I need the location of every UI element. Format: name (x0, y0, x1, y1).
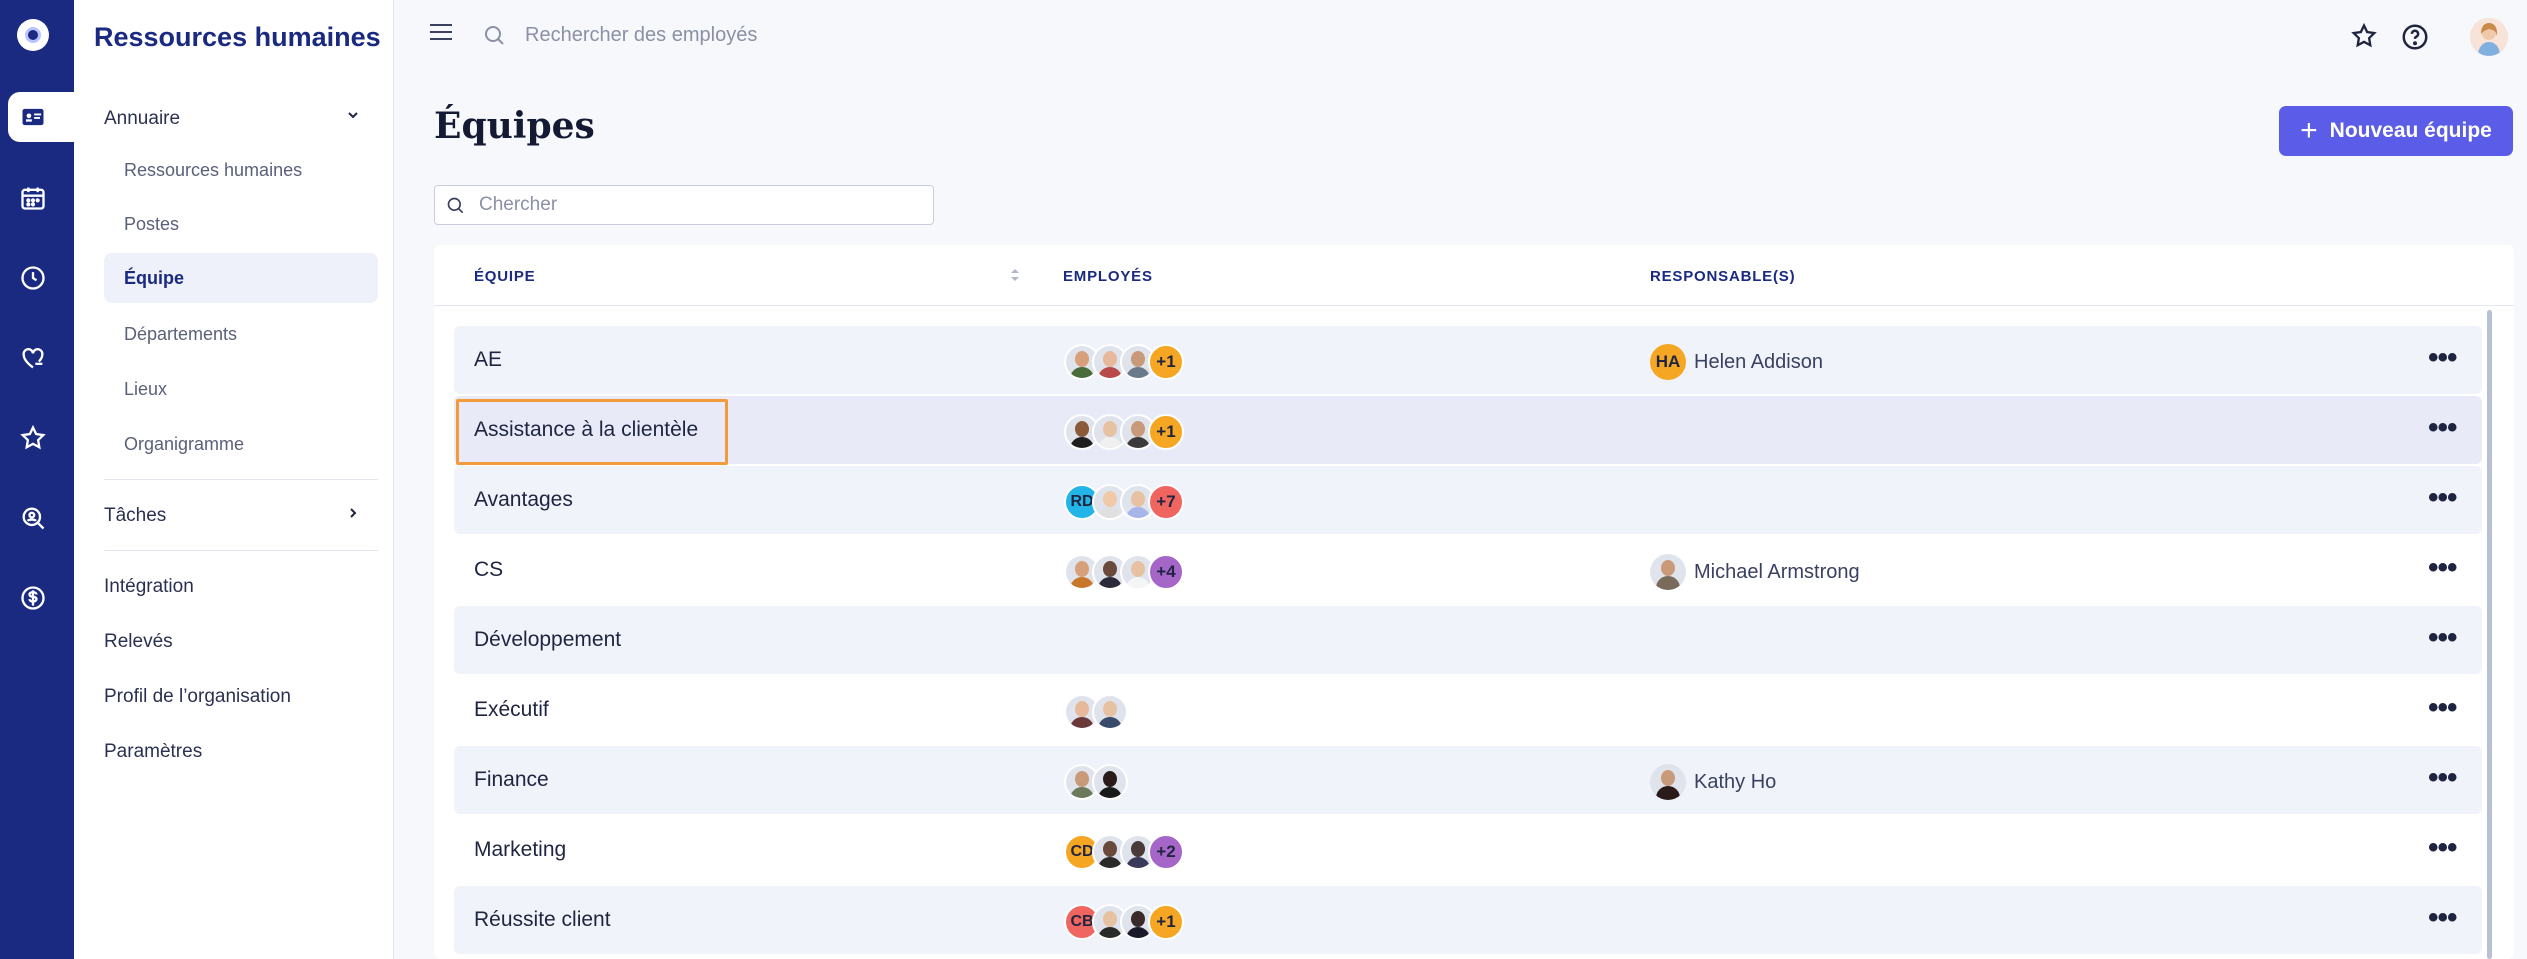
employee-avatars[interactable]: +1 (1064, 414, 1184, 450)
more-employees-badge[interactable]: +7 (1148, 484, 1184, 520)
star-icon[interactable] (17, 422, 49, 454)
team-name[interactable]: Exécutif (474, 676, 549, 744)
sidebar-item-locations[interactable]: Lieux (124, 379, 167, 400)
more-employees-badge[interactable]: +2 (1148, 834, 1184, 870)
sidebar-item-org-profile[interactable]: Profil de l’organisation (104, 686, 291, 708)
manager-name: Helen Addison (1694, 350, 1823, 373)
column-header-team[interactable]: ÉQUIPE (474, 268, 535, 285)
manager[interactable]: Kathy Ho (1650, 764, 1776, 800)
team-filter[interactable] (434, 185, 934, 225)
sidebar-group-directory[interactable]: Annuaire (104, 108, 180, 130)
team-name[interactable]: Marketing (474, 816, 566, 884)
more-actions-icon[interactable]: ••• (2428, 833, 2457, 863)
team-name[interactable]: AE (474, 326, 502, 394)
search-icon (483, 24, 507, 53)
new-team-button[interactable]: + Nouveau équipe (2279, 106, 2513, 156)
clock-icon[interactable] (17, 262, 49, 294)
team-name[interactable]: Réussite client (474, 886, 611, 954)
more-actions-icon[interactable]: ••• (2428, 413, 2457, 443)
manager-name: Kathy Ho (1694, 770, 1777, 793)
help-icon[interactable] (2400, 22, 2430, 57)
employee-avatars[interactable]: +4 (1064, 554, 1184, 590)
more-actions-icon[interactable]: ••• (2428, 483, 2457, 513)
plus-icon: + (2300, 114, 2318, 147)
app-logo-icon[interactable] (17, 19, 49, 51)
sidebar-item-statements[interactable]: Relevés (104, 631, 173, 653)
sidebar-item-settings[interactable]: Paramètres (104, 741, 202, 763)
sidebar-divider (104, 479, 378, 480)
employee-avatars[interactable]: +1 (1064, 344, 1184, 380)
employee-avatars[interactable]: RD +7 (1064, 484, 1184, 520)
sidebar-item-orgchart[interactable]: Organigramme (124, 434, 244, 455)
avatar (1092, 694, 1128, 730)
team-filter-input[interactable] (479, 186, 919, 224)
sidebar-item-onboarding[interactable]: Intégration (104, 576, 194, 598)
more-employees-badge[interactable]: +1 (1148, 414, 1184, 450)
table-row[interactable]: AE +1 HA Helen Addison ••• (454, 326, 2482, 394)
table-row[interactable]: Assistance à la clientèle +1 ••• (454, 396, 2482, 464)
manager-avatar: HA (1650, 344, 1686, 380)
manager[interactable]: Michael Armstrong (1650, 554, 1860, 590)
column-header-managers: RESPONSABLE(S) (1650, 268, 1796, 285)
employee-avatars[interactable] (1064, 764, 1128, 800)
sidebar-title: Ressources humaines (94, 22, 381, 52)
employee-avatars[interactable]: CD +2 (1064, 834, 1184, 870)
table-row[interactable]: Développement ••• (454, 606, 2482, 674)
more-employees-badge[interactable]: +1 (1148, 904, 1184, 940)
search-person-icon[interactable] (17, 502, 49, 534)
secondary-sidebar: Ressources humaines Annuaire Ressources … (74, 0, 394, 959)
table-row[interactable]: Réussite client CB +1 ••• (454, 886, 2482, 954)
employee-avatars[interactable] (1064, 694, 1128, 730)
more-actions-icon[interactable]: ••• (2428, 693, 2457, 723)
team-name[interactable]: Finance (474, 746, 549, 814)
table-row[interactable]: CS +4 Michael Armstrong ••• (454, 536, 2482, 604)
table-row[interactable]: Marketing CD +2 ••• (454, 816, 2482, 884)
column-header-employees: EMPLOYÉS (1063, 268, 1153, 285)
sidebar-item-positions[interactable]: Postes (124, 214, 179, 235)
more-actions-icon[interactable]: ••• (2428, 903, 2457, 933)
search-icon (447, 197, 464, 214)
team-name[interactable]: Avantages (474, 466, 573, 534)
more-employees-badge[interactable]: +4 (1148, 554, 1184, 590)
employee-search-input[interactable]: Rechercher des employés (525, 24, 757, 47)
chevron-down-icon[interactable] (346, 106, 360, 127)
sidebar-item-hr[interactable]: Ressources humaines (124, 160, 302, 181)
table-row[interactable]: Finance Kathy Ho ••• (454, 746, 2482, 814)
table-header-divider (434, 305, 2514, 306)
sidebar-item-departments[interactable]: Départements (124, 324, 237, 345)
new-team-button-label: Nouveau équipe (2329, 119, 2492, 142)
sidebar-group-tasks[interactable]: Tâches (104, 505, 166, 527)
menu-icon[interactable] (430, 24, 452, 40)
manager-name: Michael Armstrong (1694, 560, 1860, 583)
dollar-icon[interactable] (17, 582, 49, 614)
sort-icon[interactable] (1009, 266, 1021, 289)
heart-hand-icon[interactable] (17, 342, 49, 374)
more-actions-icon[interactable]: ••• (2428, 553, 2457, 583)
manager[interactable]: HA Helen Addison (1650, 344, 1823, 380)
more-employees-badge[interactable]: +1 (1148, 344, 1184, 380)
more-actions-icon[interactable]: ••• (2428, 343, 2457, 373)
calendar-icon[interactable] (17, 182, 49, 214)
manager-avatar (1650, 554, 1686, 590)
table-row[interactable]: Avantages RD +7 ••• (454, 466, 2482, 534)
more-actions-icon[interactable]: ••• (2428, 623, 2457, 653)
page-title: Équipes (434, 105, 595, 147)
app-rail (0, 0, 74, 959)
selection-highlight (456, 399, 728, 465)
employee-avatars[interactable]: CB +1 (1064, 904, 1184, 940)
sidebar-item-team[interactable]: Équipe (124, 268, 184, 289)
favorites-star-icon[interactable] (2350, 22, 2378, 55)
manager-avatar (1650, 764, 1686, 800)
user-avatar[interactable] (2470, 18, 2508, 56)
sidebar-divider (104, 550, 378, 551)
contact-card-icon[interactable] (17, 101, 49, 133)
table-row[interactable]: Exécutif ••• (454, 676, 2482, 744)
avatar (1092, 764, 1128, 800)
more-actions-icon[interactable]: ••• (2428, 763, 2457, 793)
chevron-right-icon[interactable] (346, 504, 360, 525)
team-name[interactable]: CS (474, 536, 503, 604)
team-name[interactable]: Développement (474, 606, 621, 674)
table-scrollbar[interactable] (2487, 310, 2492, 959)
